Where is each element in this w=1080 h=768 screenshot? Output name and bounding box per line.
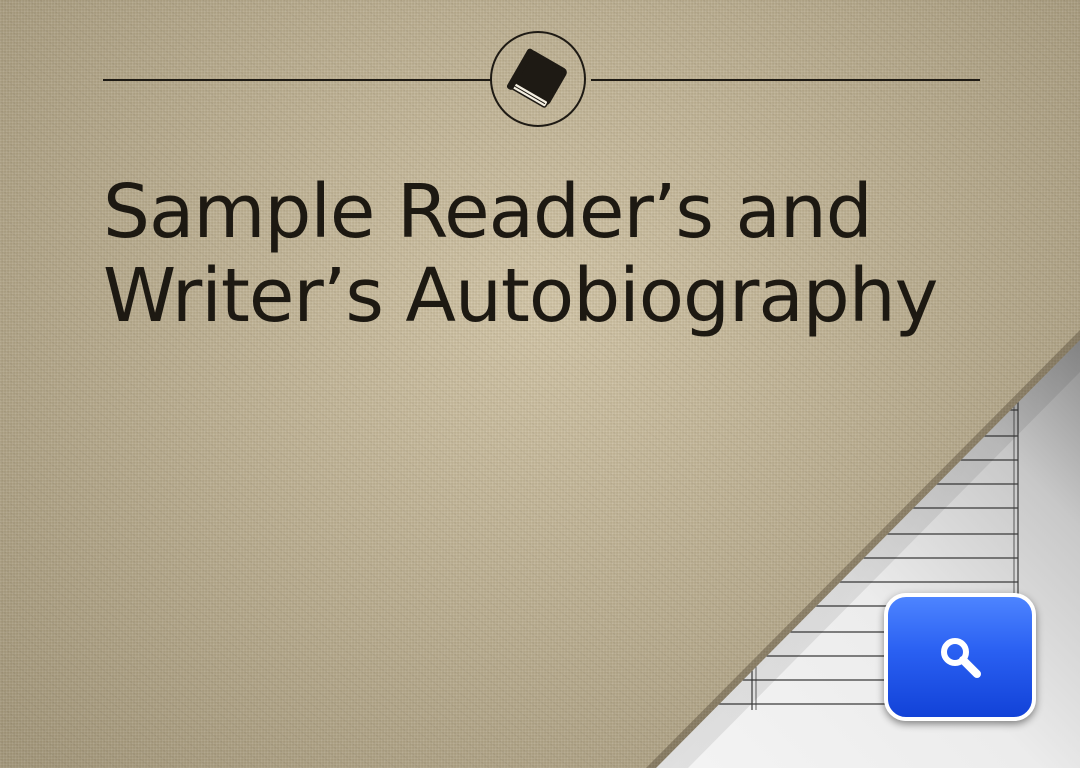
magnifying-glass-icon <box>941 638 981 678</box>
book-cover-screen: Sample Reader’s and Writer’s Autobiograp… <box>0 0 1080 768</box>
search-button[interactable] <box>884 593 1036 721</box>
